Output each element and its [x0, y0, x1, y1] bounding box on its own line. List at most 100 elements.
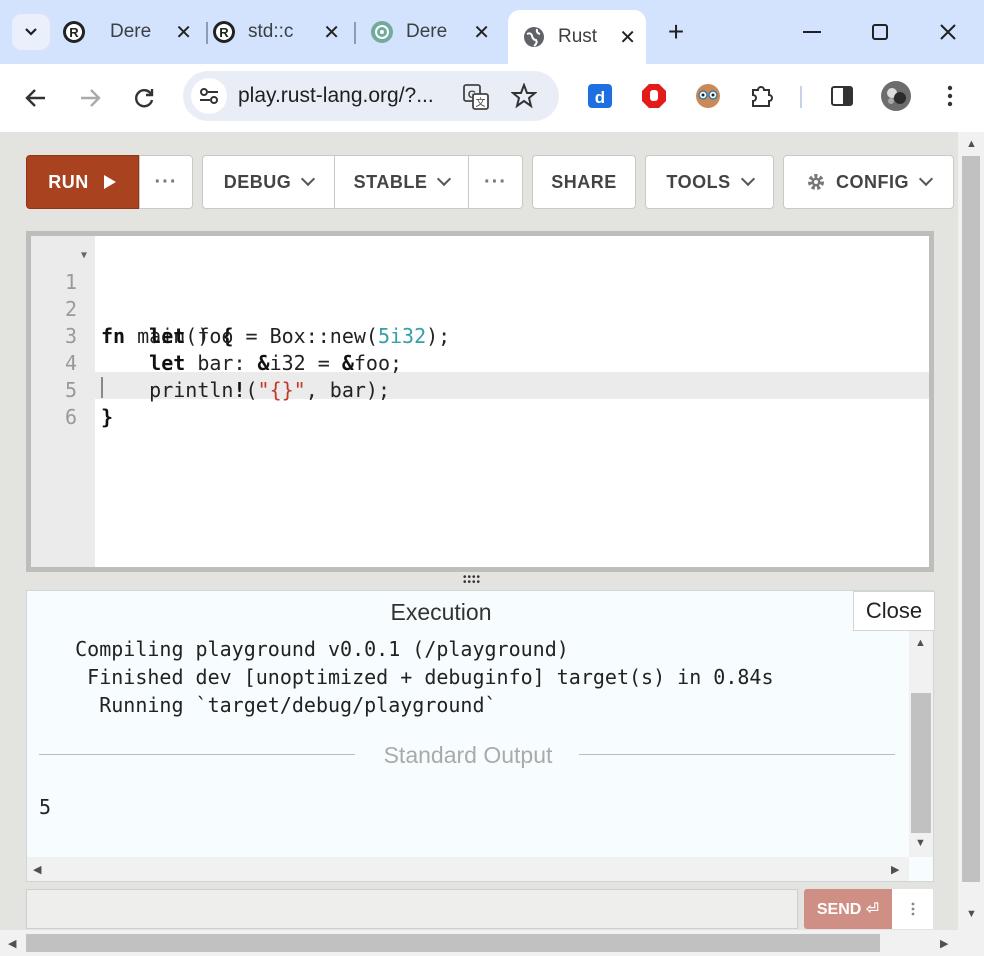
side-panel-icon[interactable]: [828, 82, 856, 110]
tab-title: Dere: [110, 21, 152, 42]
bookmark-star-icon[interactable]: [510, 82, 538, 114]
close-tab-icon[interactable]: ✕: [473, 20, 490, 45]
tab-title: std::c: [248, 21, 294, 42]
tab-title: Dere: [406, 21, 448, 42]
stderr-line: Finished dev [unoptimized + debuginfo] t…: [39, 665, 774, 689]
scroll-right-icon[interactable]: ▶: [940, 937, 948, 950]
code-line: 5 }: [31, 350, 929, 429]
output-horizontal-scrollbar[interactable]: ◀ ▶: [27, 857, 909, 881]
scrollbar-thumb[interactable]: [911, 693, 931, 833]
more-icon: ···: [154, 170, 178, 193]
tools-dropdown[interactable]: TOOLS: [645, 155, 774, 209]
share-button[interactable]: SHARE: [532, 155, 636, 209]
scroll-down-icon[interactable]: ▼: [966, 908, 977, 920]
output-vertical-scrollbar[interactable]: ▲ ▼: [909, 631, 933, 857]
profile-avatar[interactable]: [880, 80, 912, 112]
stable-label: STABLE: [353, 171, 428, 192]
svg-text:R: R: [69, 25, 79, 40]
resize-handle[interactable]: •••• ••••: [463, 573, 481, 588]
advanced-options-button[interactable]: ···: [468, 155, 523, 209]
code-line: 2 let foo = Box::new(5i32);: [31, 269, 929, 348]
translate-icon[interactable]: G文: [463, 84, 489, 115]
channel-stable-dropdown[interactable]: STABLE: [334, 155, 469, 209]
tab-title: Rust: [558, 26, 598, 47]
browser-tab-active[interactable]: Rust ✕: [508, 10, 646, 64]
stdout-text: 5: [39, 795, 52, 819]
line-number: 6: [64, 405, 77, 429]
extension-owl-icon[interactable]: [694, 82, 722, 110]
stderr-line: Compiling playground v0.0.1 (/playground…: [39, 637, 569, 661]
minimize-button[interactable]: [792, 16, 832, 48]
close-tab-icon[interactable]: ✕: [175, 20, 192, 45]
back-button[interactable]: [16, 78, 56, 118]
code-text: }: [101, 405, 114, 429]
tab-separator: [206, 22, 208, 44]
page-horizontal-scrollbar[interactable]: ◀ ▶: [0, 930, 984, 956]
gear-icon: [808, 174, 824, 190]
more-icon: ···: [484, 170, 507, 193]
chevron-down-icon: [918, 171, 934, 187]
scrollbar-thumb[interactable]: [962, 156, 980, 882]
scrollbar-thumb[interactable]: [26, 934, 880, 952]
toolbar-divider: [800, 86, 802, 108]
scroll-down-icon[interactable]: ▼: [915, 837, 926, 849]
vertical-dots-icon: [911, 902, 914, 916]
maximize-button[interactable]: [860, 16, 900, 48]
output-title: Execution: [390, 599, 492, 625]
scroll-up-icon[interactable]: ▲: [915, 637, 926, 649]
forward-button[interactable]: [70, 78, 110, 118]
globe-icon: [522, 25, 546, 49]
address-bar[interactable]: play.rust-lang.org/?... G文: [183, 71, 559, 121]
minimize-icon: [803, 31, 821, 33]
tools-label: TOOLS: [666, 171, 731, 192]
chevron-down-icon: [301, 171, 316, 187]
stderr-line: Running `target/debug/playground`: [39, 693, 497, 717]
scroll-right-icon[interactable]: ▶: [891, 863, 899, 876]
code-editor[interactable]: 1 ▼ fn main() { 2 let foo = Box::new(5i3…: [26, 231, 934, 572]
browser-tab[interactable]: R std::c ✕: [212, 10, 350, 54]
config-label: CONFIG: [836, 171, 909, 192]
reload-button[interactable]: [124, 78, 164, 118]
browser-titlebar: R Dere ✕ R std::c ✕ Dere ✕ Rust ✕ +: [0, 0, 984, 64]
share-label: SHARE: [551, 171, 617, 192]
debug-label: DEBUG: [223, 171, 292, 192]
scroll-up-icon[interactable]: ▲: [966, 138, 977, 150]
tab-search-button[interactable]: [12, 14, 50, 50]
stdin-input[interactable]: [26, 889, 798, 929]
send-options-button[interactable]: [892, 889, 933, 929]
page-vertical-scrollbar[interactable]: ▲ ▼: [958, 132, 984, 930]
mode-debug-dropdown[interactable]: DEBUG: [202, 155, 335, 209]
fold-arrow-icon[interactable]: ▼: [81, 242, 87, 269]
browser-tab[interactable]: R Dere ✕: [62, 10, 202, 54]
close-window-button[interactable]: [928, 16, 968, 48]
run-button[interactable]: RUN: [26, 155, 139, 209]
close-tab-icon[interactable]: ✕: [323, 20, 340, 45]
config-dropdown[interactable]: CONFIG: [783, 155, 954, 209]
chevron-down-icon: [25, 28, 37, 36]
scroll-left-icon[interactable]: ◀: [8, 937, 16, 950]
tune-icon: [200, 88, 218, 104]
run-more-button[interactable]: ···: [139, 155, 193, 209]
code-line: 3 let bar: &i32 = &foo;: [31, 296, 929, 375]
browser-tab[interactable]: Dere ✕: [370, 10, 500, 54]
url-text: play.rust-lang.org/?...: [238, 84, 434, 107]
code-line: 1 ▼ fn main() {: [31, 242, 929, 348]
extension-d-icon[interactable]: d: [586, 82, 614, 110]
svg-text:d: d: [595, 88, 605, 107]
send-button[interactable]: SEND ⏎: [804, 889, 892, 929]
extensions-puzzle-icon[interactable]: [748, 82, 776, 110]
new-tab-button[interactable]: +: [656, 16, 696, 48]
output-panel: Execution Close Compiling playground v0.…: [26, 590, 935, 882]
scroll-left-icon[interactable]: ◀: [33, 863, 41, 876]
close-tab-icon[interactable]: ✕: [619, 25, 636, 50]
svg-text:文: 文: [476, 96, 486, 109]
svg-text:R: R: [219, 25, 229, 40]
stdout-header: Standard Output: [383, 742, 553, 768]
play-icon: [103, 175, 116, 189]
site-info-button[interactable]: [191, 78, 227, 114]
close-output-button[interactable]: Close: [853, 591, 935, 631]
browser-menu-icon[interactable]: [936, 82, 964, 110]
chevron-down-icon: [437, 171, 452, 187]
rust-icon: R: [62, 20, 86, 44]
extension-adblock-icon[interactable]: [640, 82, 668, 110]
